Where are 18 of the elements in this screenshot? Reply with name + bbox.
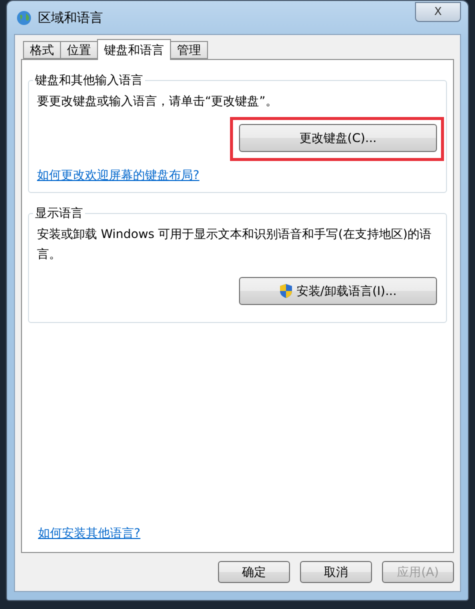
tab[interactable]: 格式 xyxy=(23,41,61,59)
shield-icon xyxy=(279,283,294,299)
description-text: 要更改键盘或输入语言，请单击“更改键盘”。 xyxy=(37,93,278,110)
group-title: 键盘和其他输入语言 xyxy=(34,72,144,89)
globe-icon xyxy=(16,10,32,26)
group-title: 显示语言 xyxy=(34,205,84,222)
action-button[interactable]: 更改键盘(C)... xyxy=(239,124,437,152)
dialog-button[interactable]: 确定 xyxy=(218,561,290,583)
tab[interactable]: 键盘和语言 xyxy=(97,39,171,60)
help-link[interactable]: 如何安装其他语言? xyxy=(38,525,140,542)
dialog-button[interactable]: 取消 xyxy=(300,561,372,583)
tab[interactable]: 位置 xyxy=(60,41,98,59)
action-button[interactable]: 安装/卸载语言(I)... xyxy=(239,277,437,305)
tab[interactable]: 管理 xyxy=(170,41,208,59)
description-text: 安装或卸载 Windows 可用于显示文本和识别语音和手写(在支持地区)的语言。 xyxy=(37,226,433,263)
window-title: 区域和语言 xyxy=(38,10,104,26)
help-link[interactable]: 如何更改欢迎屏幕的键盘布局? xyxy=(37,167,200,184)
close-button[interactable]: X xyxy=(415,2,461,22)
